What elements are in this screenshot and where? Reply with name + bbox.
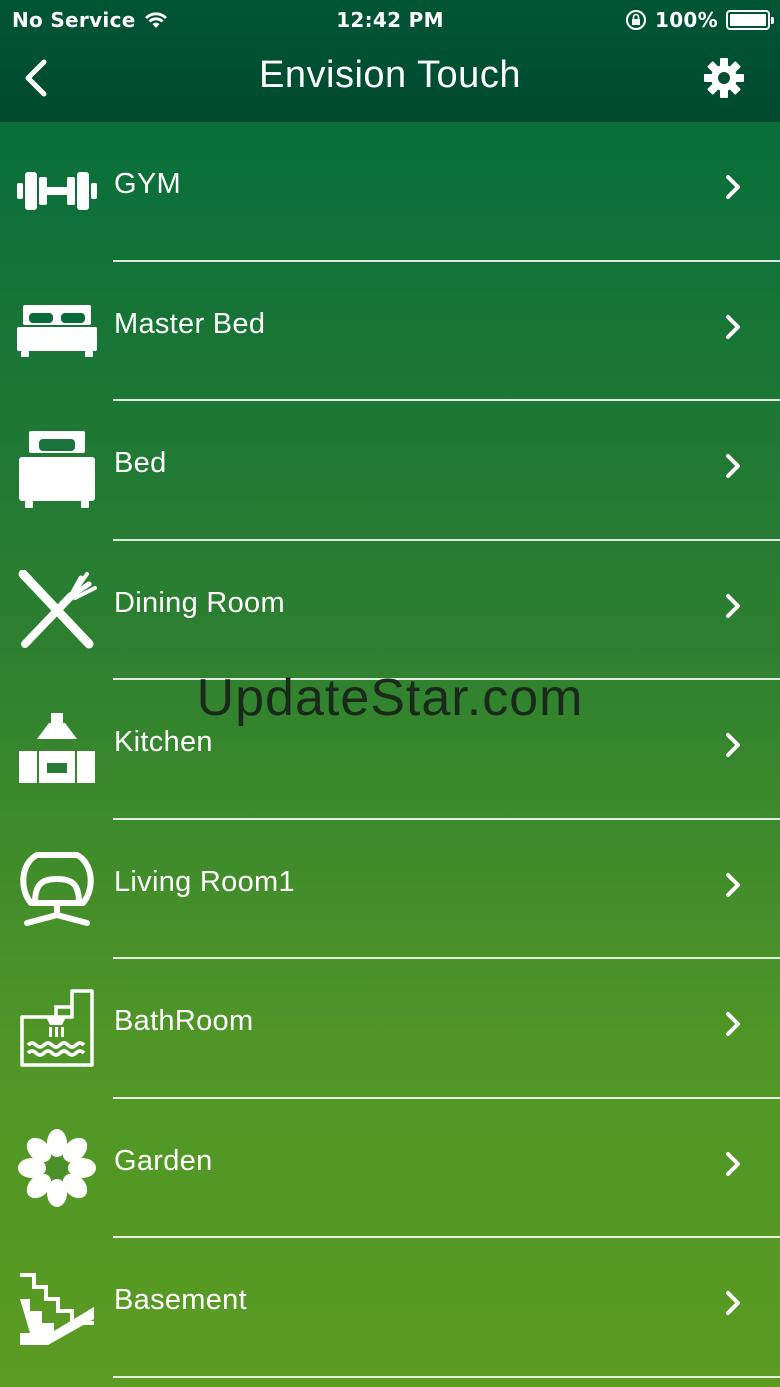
chevron-right-icon (726, 593, 740, 618)
battery-icon (726, 10, 774, 30)
room-item-bathroom[interactable]: BathRoom (0, 959, 780, 1099)
nav-bar: Envision Touch (0, 40, 780, 122)
chevron-right-icon (726, 872, 740, 897)
room-item-dining-room[interactable]: Dining Room (0, 541, 780, 680)
shower-icon (16, 987, 98, 1069)
divider (113, 1375, 780, 1378)
knife-fork-icon (16, 569, 98, 651)
chevron-right-icon (726, 1012, 740, 1036)
chevron-right-icon (726, 454, 740, 478)
room-label: Bed (114, 447, 167, 479)
chevron-right-icon (726, 175, 740, 199)
status-right: 100% (625, 8, 774, 32)
room-item-gym[interactable]: GYM (0, 122, 780, 262)
chevron-right-icon (726, 1291, 740, 1315)
room-label: BathRoom (114, 1005, 254, 1037)
top-bar: No Service 12:42 PM 100% Envision Touch (0, 0, 780, 122)
rotation-lock-icon (626, 10, 646, 30)
battery-percent: 100% (655, 8, 718, 32)
flower-icon (16, 1127, 98, 1209)
room-item-master-bed[interactable]: Master Bed (0, 262, 780, 401)
room-item-living-room1[interactable]: Living Room1 (0, 820, 780, 959)
chevron-right-icon (726, 733, 740, 757)
dumbbell-icon (16, 150, 98, 232)
chevron-right-icon (726, 314, 740, 339)
single-bed-icon (16, 429, 98, 511)
gear-icon (704, 58, 744, 98)
armchair-icon (16, 848, 98, 930)
room-label: Master Bed (114, 307, 266, 340)
stairs-icon (16, 1266, 98, 1348)
room-label: Basement (114, 1284, 247, 1316)
double-bed-icon (16, 290, 98, 372)
page-title: Envision Touch (259, 54, 521, 96)
room-list: GYM Master Bed Bed Dining Room Kitchen L… (0, 122, 780, 1378)
settings-button[interactable] (702, 56, 746, 100)
room-label: GYM (114, 168, 181, 200)
room-item-bed[interactable]: Bed (0, 401, 780, 541)
room-label: Living Room1 (114, 865, 295, 898)
room-item-kitchen[interactable]: Kitchen (0, 680, 780, 820)
room-label: Dining Room (114, 586, 285, 619)
room-label: Kitchen (114, 726, 213, 758)
kitchen-hood-icon (16, 708, 98, 790)
room-item-garden[interactable]: Garden (0, 1099, 780, 1238)
chevron-right-icon (726, 1151, 740, 1176)
status-bar: No Service 12:42 PM 100% (0, 0, 780, 40)
room-item-basement[interactable]: Basement (0, 1238, 780, 1378)
room-label: Garden (114, 1144, 213, 1177)
